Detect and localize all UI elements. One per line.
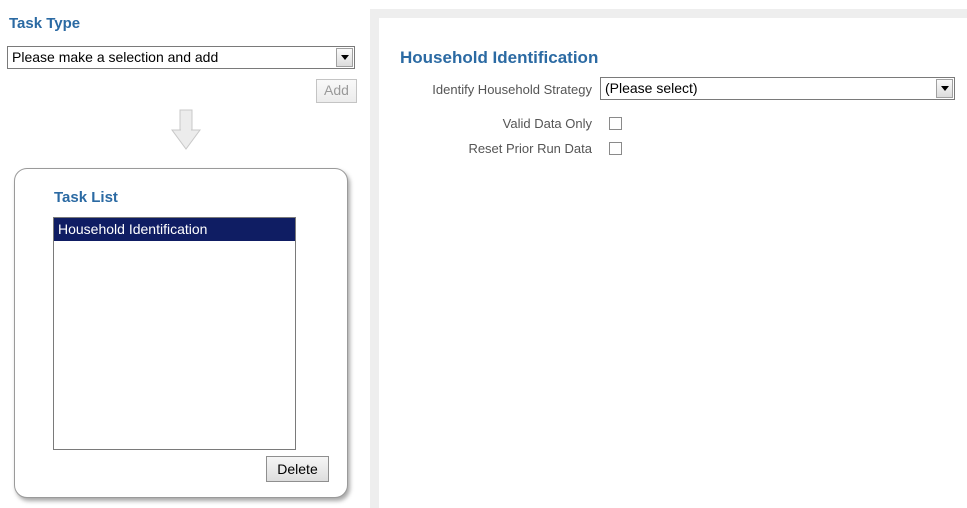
reset-prior-run-data-checkbox[interactable] (609, 142, 622, 155)
strategy-dropdown-button[interactable] (936, 79, 953, 98)
down-arrow-icon (171, 109, 201, 150)
valid-data-only-checkbox[interactable] (609, 117, 622, 130)
task-list-heading: Task List (54, 189, 118, 206)
reset-prior-run-data-label: Reset Prior Run Data (468, 141, 592, 156)
task-type-heading: Task Type (9, 15, 81, 32)
valid-data-only-label: Valid Data Only (502, 116, 592, 131)
strategy-select[interactable]: (Please select) (600, 77, 955, 100)
task-panel: Task Type Please make a selection and ad… (0, 0, 365, 508)
section-heading: Household Identification (400, 48, 599, 67)
chevron-down-icon (341, 55, 349, 60)
task-detail-panel: Household Identification Identify Househ… (370, 9, 967, 508)
task-listbox[interactable]: Household Identification (53, 217, 296, 450)
task-type-select-value: Please make a selection and add (12, 49, 219, 65)
strategy-select-value: (Please select) (605, 80, 698, 96)
task-list-panel: Task List Household Identification Delet… (14, 168, 348, 498)
task-type-dropdown-button[interactable] (336, 48, 353, 67)
task-type-select[interactable]: Please make a selection and add (7, 46, 355, 69)
strategy-label: Identify Household Strategy (432, 82, 592, 97)
list-item[interactable]: Household Identification (54, 218, 295, 241)
delete-button[interactable]: Delete (266, 456, 329, 482)
add-button[interactable]: Add (316, 79, 357, 103)
chevron-down-icon (941, 86, 949, 91)
